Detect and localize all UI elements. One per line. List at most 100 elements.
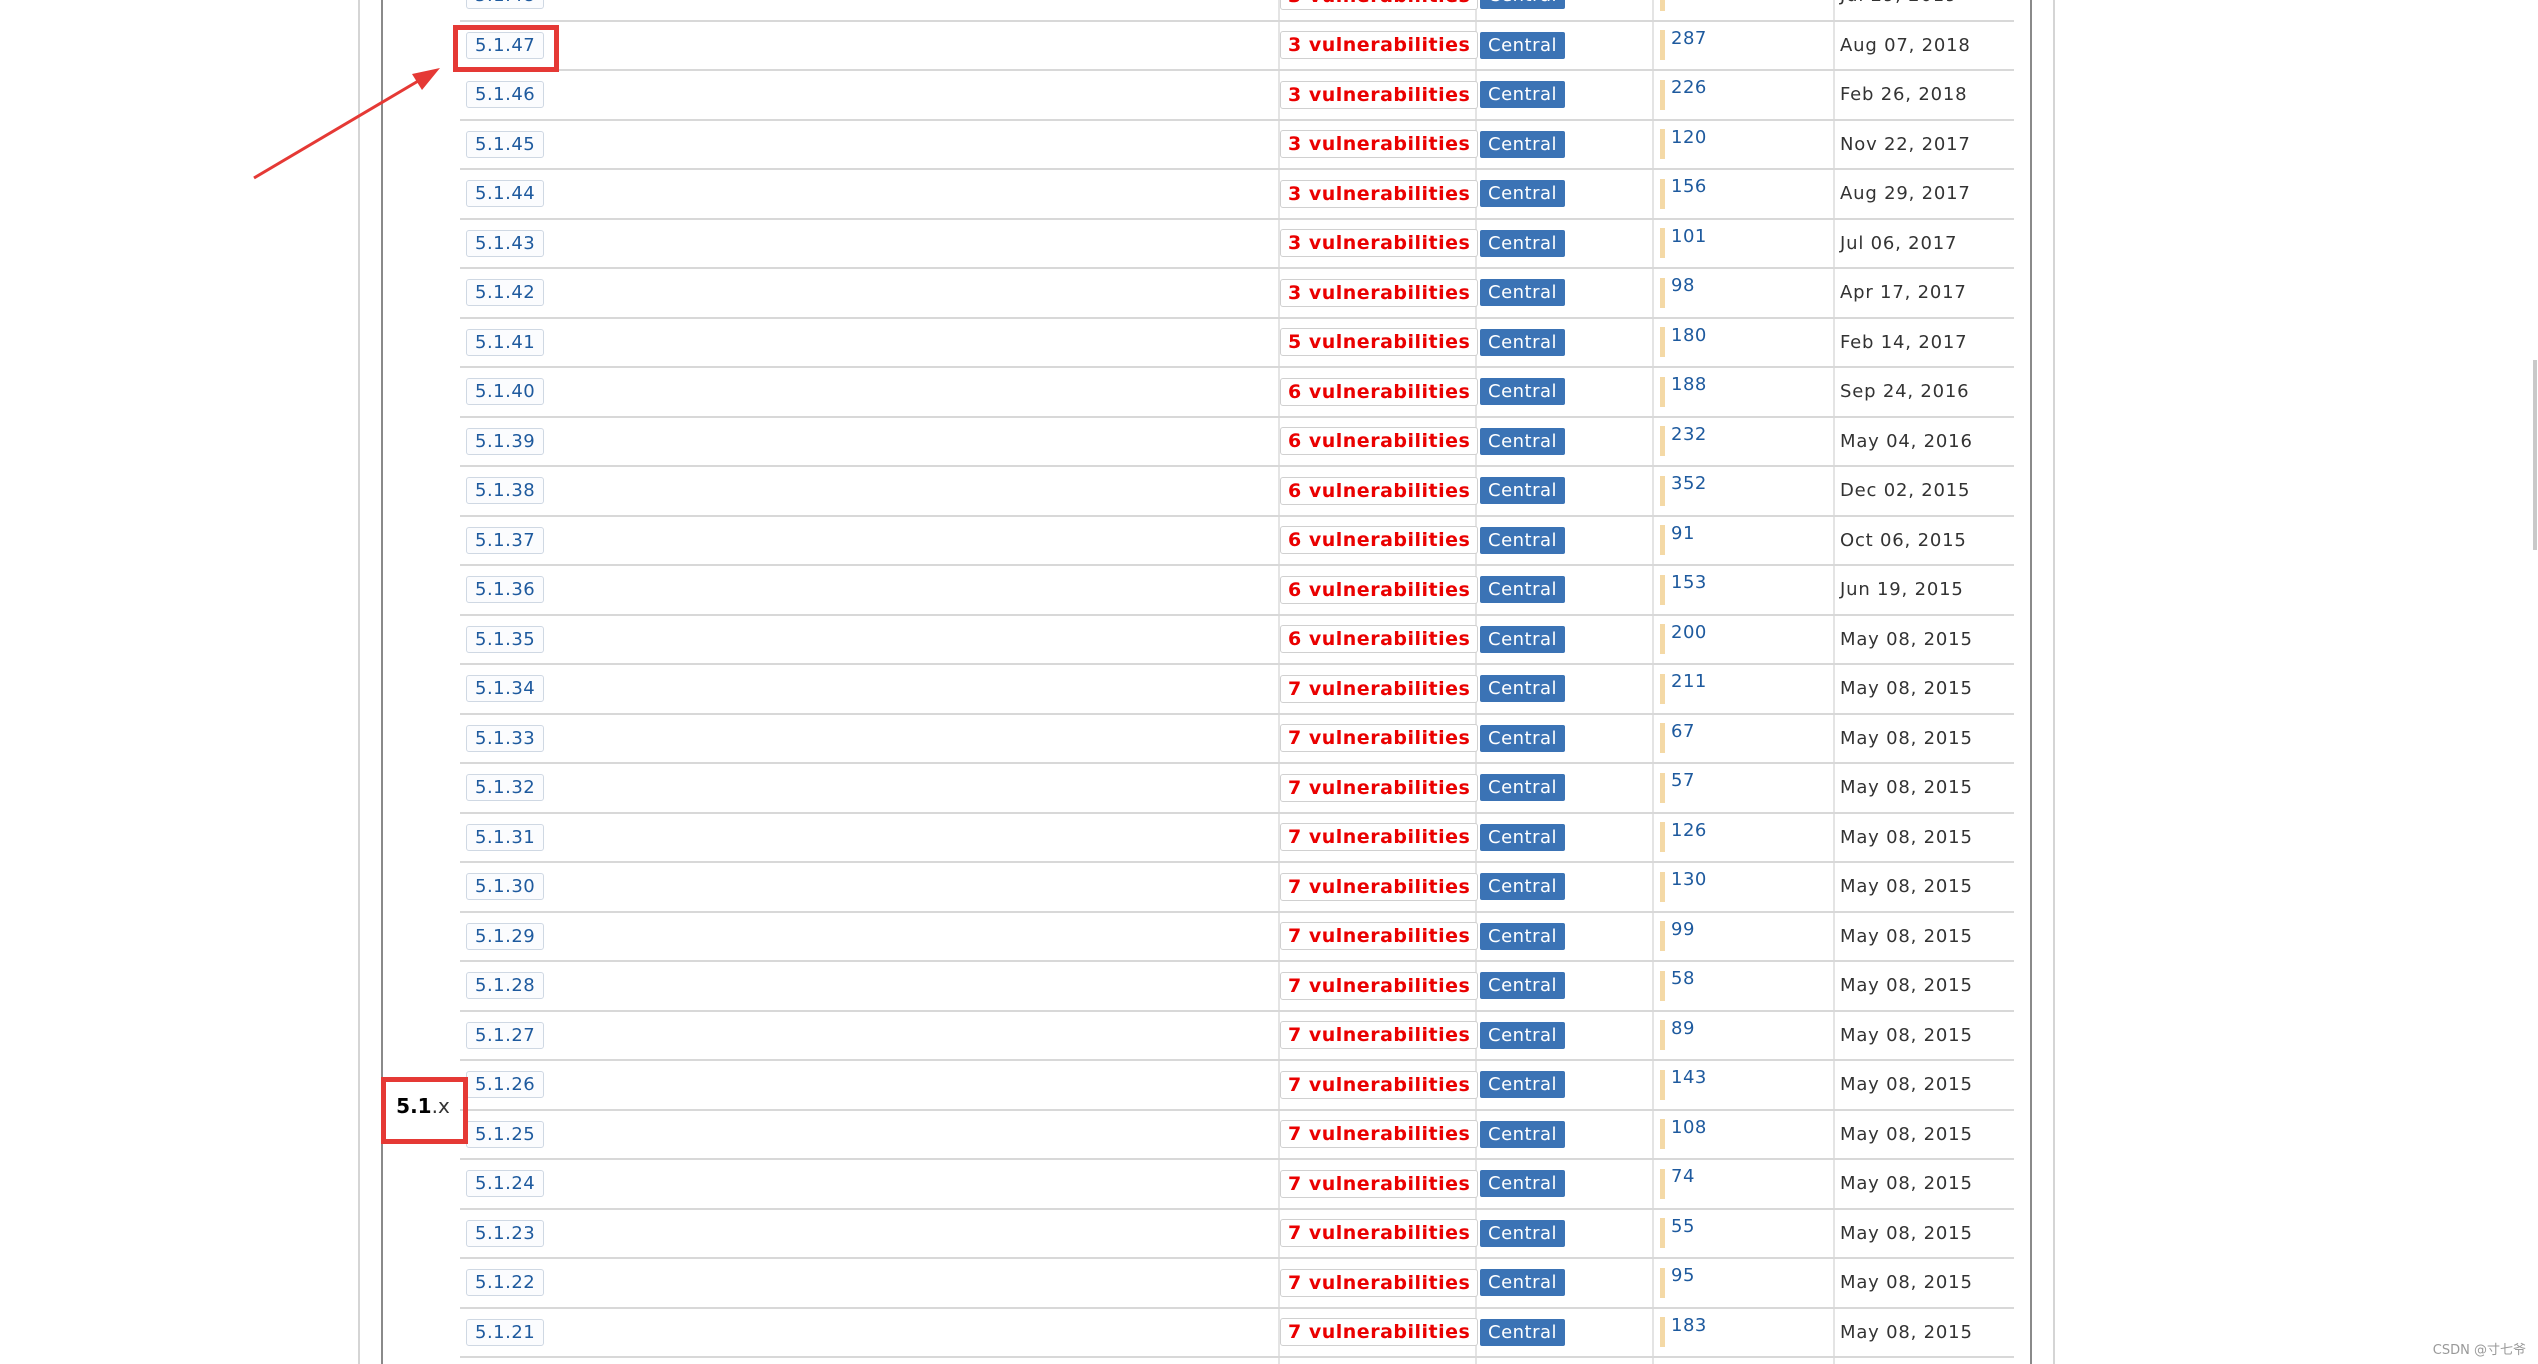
- usages-link[interactable]: 67: [1671, 721, 1695, 742]
- repository-badge[interactable]: Central: [1480, 180, 1566, 208]
- repository-badge[interactable]: Central: [1480, 1071, 1566, 1099]
- usages-link[interactable]: 143: [1671, 1067, 1707, 1088]
- version-link[interactable]: 5.1.42: [466, 279, 545, 307]
- usages-link[interactable]: 58: [1671, 968, 1695, 989]
- repository-badge[interactable]: Central: [1480, 1318, 1566, 1346]
- usages-link[interactable]: 156: [1671, 176, 1707, 197]
- version-link[interactable]: 5.1.37: [466, 526, 545, 554]
- repository-badge[interactable]: Central: [1480, 328, 1566, 356]
- usages-link[interactable]: 200: [1671, 622, 1707, 643]
- vulnerability-badge[interactable]: 6 vulnerabilities: [1280, 575, 1479, 604]
- repository-badge[interactable]: Central: [1480, 576, 1566, 604]
- repository-badge[interactable]: Central: [1480, 477, 1566, 505]
- vulnerability-badge[interactable]: 7 vulnerabilities: [1280, 674, 1479, 703]
- version-link[interactable]: 5.1.24: [466, 1170, 545, 1198]
- usages-link[interactable]: 74: [1671, 1166, 1695, 1187]
- version-link[interactable]: 5.1.35: [466, 625, 545, 653]
- vulnerability-badge[interactable]: 5 vulnerabilities: [1280, 328, 1479, 357]
- repository-badge[interactable]: Central: [1480, 1219, 1566, 1247]
- repository-badge[interactable]: Central: [1480, 1269, 1566, 1297]
- version-link[interactable]: 5.1.23: [466, 1219, 545, 1247]
- usages-link[interactable]: 55: [1671, 1216, 1695, 1237]
- repository-badge[interactable]: Central: [1480, 31, 1566, 59]
- usages-link[interactable]: 89: [1671, 1018, 1695, 1039]
- usages-link[interactable]: 98: [1671, 275, 1695, 296]
- vulnerability-badge[interactable]: 3 vulnerabilities: [1280, 80, 1479, 109]
- vulnerability-badge[interactable]: 7 vulnerabilities: [1280, 1070, 1479, 1099]
- version-link[interactable]: 5.1.29: [466, 922, 545, 950]
- vulnerability-badge[interactable]: 3 vulnerabilities: [1280, 278, 1479, 307]
- repository-badge[interactable]: Central: [1480, 427, 1566, 455]
- usages-link[interactable]: 352: [1671, 473, 1707, 494]
- usages-link[interactable]: 188: [1671, 374, 1707, 395]
- usages-link[interactable]: 91: [1671, 523, 1695, 544]
- usages-link[interactable]: 180: [1671, 325, 1707, 346]
- version-link[interactable]: 5.1.22: [466, 1269, 545, 1297]
- version-link[interactable]: 5.1.40: [466, 378, 545, 406]
- repository-badge[interactable]: Central: [1480, 229, 1566, 257]
- usages-link[interactable]: 211: [1671, 671, 1707, 692]
- vulnerability-badge[interactable]: 7 vulnerabilities: [1280, 922, 1479, 951]
- vulnerability-badge[interactable]: 3 vulnerabilities: [1280, 0, 1479, 10]
- version-link[interactable]: 5.1.41: [466, 328, 545, 356]
- version-link[interactable]: 5.1.39: [466, 427, 545, 455]
- version-link[interactable]: 5.1.36: [466, 576, 545, 604]
- version-link[interactable]: 5.1.27: [466, 1021, 545, 1049]
- vulnerability-badge[interactable]: 6 vulnerabilities: [1280, 427, 1479, 456]
- vulnerability-badge[interactable]: 7 vulnerabilities: [1280, 724, 1479, 753]
- version-link[interactable]: 5.1.38: [466, 477, 545, 505]
- vulnerability-badge[interactable]: 6 vulnerabilities: [1280, 377, 1479, 406]
- usages-link[interactable]: 99: [1671, 919, 1695, 940]
- repository-badge[interactable]: Central: [1480, 922, 1566, 950]
- vulnerability-badge[interactable]: 6 vulnerabilities: [1280, 625, 1479, 654]
- vulnerability-badge[interactable]: 3 vulnerabilities: [1280, 229, 1479, 258]
- vulnerability-badge[interactable]: 6 vulnerabilities: [1280, 476, 1479, 505]
- usages-link[interactable]: 57: [1671, 770, 1695, 791]
- repository-badge[interactable]: Central: [1480, 378, 1566, 406]
- usages-link[interactable]: 95: [1671, 1265, 1695, 1286]
- vulnerability-badge[interactable]: 7 vulnerabilities: [1280, 1120, 1479, 1149]
- repository-badge[interactable]: Central: [1480, 1120, 1566, 1148]
- repository-badge[interactable]: Central: [1480, 675, 1566, 703]
- version-link[interactable]: 5.1.45: [466, 130, 545, 158]
- vulnerability-badge[interactable]: 7 vulnerabilities: [1280, 1268, 1479, 1297]
- repository-badge[interactable]: Central: [1480, 279, 1566, 307]
- version-link[interactable]: 5.1.34: [466, 675, 545, 703]
- usages-link[interactable]: 120: [1671, 127, 1707, 148]
- version-link[interactable]: 5.1.33: [466, 724, 545, 752]
- vulnerability-badge[interactable]: 7 vulnerabilities: [1280, 1021, 1479, 1050]
- vulnerability-badge[interactable]: 6 vulnerabilities: [1280, 526, 1479, 555]
- vulnerability-badge[interactable]: 3 vulnerabilities: [1280, 130, 1479, 159]
- usages-link[interactable]: 287: [1671, 28, 1707, 49]
- repository-badge[interactable]: Central: [1480, 0, 1566, 10]
- version-link[interactable]: 5.1.32: [466, 774, 545, 802]
- version-link[interactable]: 5.1.46: [466, 81, 545, 109]
- usages-link[interactable]: 108: [1671, 1117, 1707, 1138]
- version-link[interactable]: 5.1.30: [466, 873, 545, 901]
- usages-link[interactable]: 153: [1671, 572, 1707, 593]
- repository-badge[interactable]: Central: [1480, 625, 1566, 653]
- version-link[interactable]: 5.1.48: [466, 0, 545, 10]
- version-link[interactable]: 5.1.43: [466, 229, 545, 257]
- vulnerability-badge[interactable]: 7 vulnerabilities: [1280, 1318, 1479, 1347]
- vulnerability-badge[interactable]: 7 vulnerabilities: [1280, 971, 1479, 1000]
- usages-link[interactable]: 226: [1671, 77, 1707, 98]
- scrollbar-thumb[interactable]: [2533, 360, 2537, 550]
- repository-badge[interactable]: Central: [1480, 130, 1566, 158]
- version-link[interactable]: 5.1.21: [466, 1318, 545, 1346]
- version-link[interactable]: 5.1.25: [466, 1120, 545, 1148]
- repository-badge[interactable]: Central: [1480, 774, 1566, 802]
- repository-badge[interactable]: Central: [1480, 823, 1566, 851]
- vulnerability-badge[interactable]: 7 vulnerabilities: [1280, 773, 1479, 802]
- vulnerability-badge[interactable]: 7 vulnerabilities: [1280, 872, 1479, 901]
- version-link[interactable]: 5.1.26: [466, 1071, 545, 1099]
- repository-badge[interactable]: Central: [1480, 81, 1566, 109]
- repository-badge[interactable]: Central: [1480, 972, 1566, 1000]
- version-link[interactable]: 5.1.31: [466, 823, 545, 851]
- usages-link[interactable]: 130: [1671, 869, 1707, 890]
- vulnerability-badge[interactable]: 7 vulnerabilities: [1280, 1169, 1479, 1198]
- repository-badge[interactable]: Central: [1480, 873, 1566, 901]
- vulnerability-badge[interactable]: 7 vulnerabilities: [1280, 823, 1479, 852]
- repository-badge[interactable]: Central: [1480, 526, 1566, 554]
- vulnerability-badge[interactable]: 3 vulnerabilities: [1280, 31, 1479, 60]
